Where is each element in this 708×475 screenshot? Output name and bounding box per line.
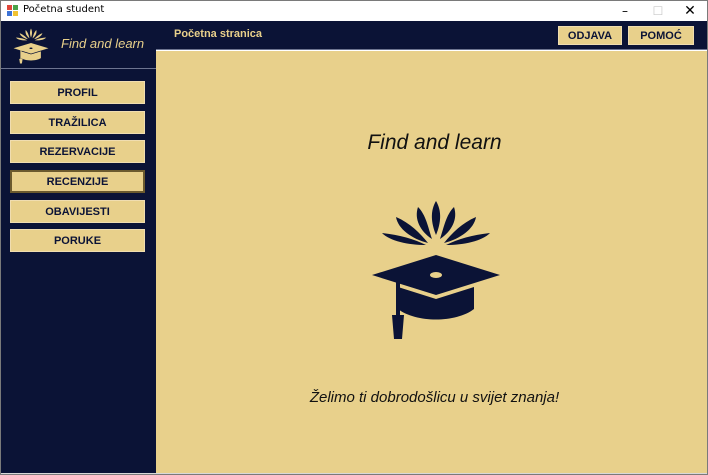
application-window: Početna student – ☐ ✕ Find and learn PRO… bbox=[0, 0, 708, 475]
graduation-cap-icon bbox=[372, 201, 500, 339]
top-bar: Početna stranica ODJAVA POMOĆ bbox=[156, 21, 707, 50]
app-icon bbox=[7, 5, 19, 17]
main-heading: Find and learn bbox=[367, 131, 502, 154]
nav-button-poruke[interactable]: PORUKE bbox=[10, 229, 145, 252]
nav-button-obavijesti[interactable]: OBAVIJESTI bbox=[10, 200, 145, 223]
window-title: Početna student bbox=[23, 4, 105, 15]
nav-button-profil[interactable]: PROFIL bbox=[10, 81, 145, 104]
welcome-message: Želimo ti dobrodošlicu u svijet znanja! bbox=[309, 389, 560, 406]
logout-button[interactable]: ODJAVA bbox=[558, 26, 622, 45]
title-bar[interactable]: Početna student – ☐ ✕ bbox=[1, 1, 707, 21]
help-button[interactable]: POMOĆ bbox=[628, 26, 694, 45]
sidebar: Find and learn PROFIL TRAŽILICA REZERVAC… bbox=[1, 21, 156, 473]
close-button[interactable]: ✕ bbox=[673, 1, 707, 21]
maximize-button[interactable]: ☐ bbox=[641, 1, 675, 21]
sidebar-header: Find and learn bbox=[1, 21, 156, 69]
nav-button-rezervacije[interactable]: REZERVACIJE bbox=[10, 140, 145, 163]
graduation-cap-icon bbox=[13, 28, 49, 64]
brand-name: Find and learn bbox=[61, 36, 145, 51]
main-content: Find and learn Želimo ti dobrodošlicu u … bbox=[156, 51, 707, 473]
minimize-button[interactable]: – bbox=[608, 1, 642, 21]
nav-button-trazilica[interactable]: TRAŽILICA bbox=[10, 111, 145, 134]
nav-button-recenzije[interactable]: RECENZIJE bbox=[10, 170, 145, 193]
page-title: Početna stranica bbox=[174, 28, 263, 40]
